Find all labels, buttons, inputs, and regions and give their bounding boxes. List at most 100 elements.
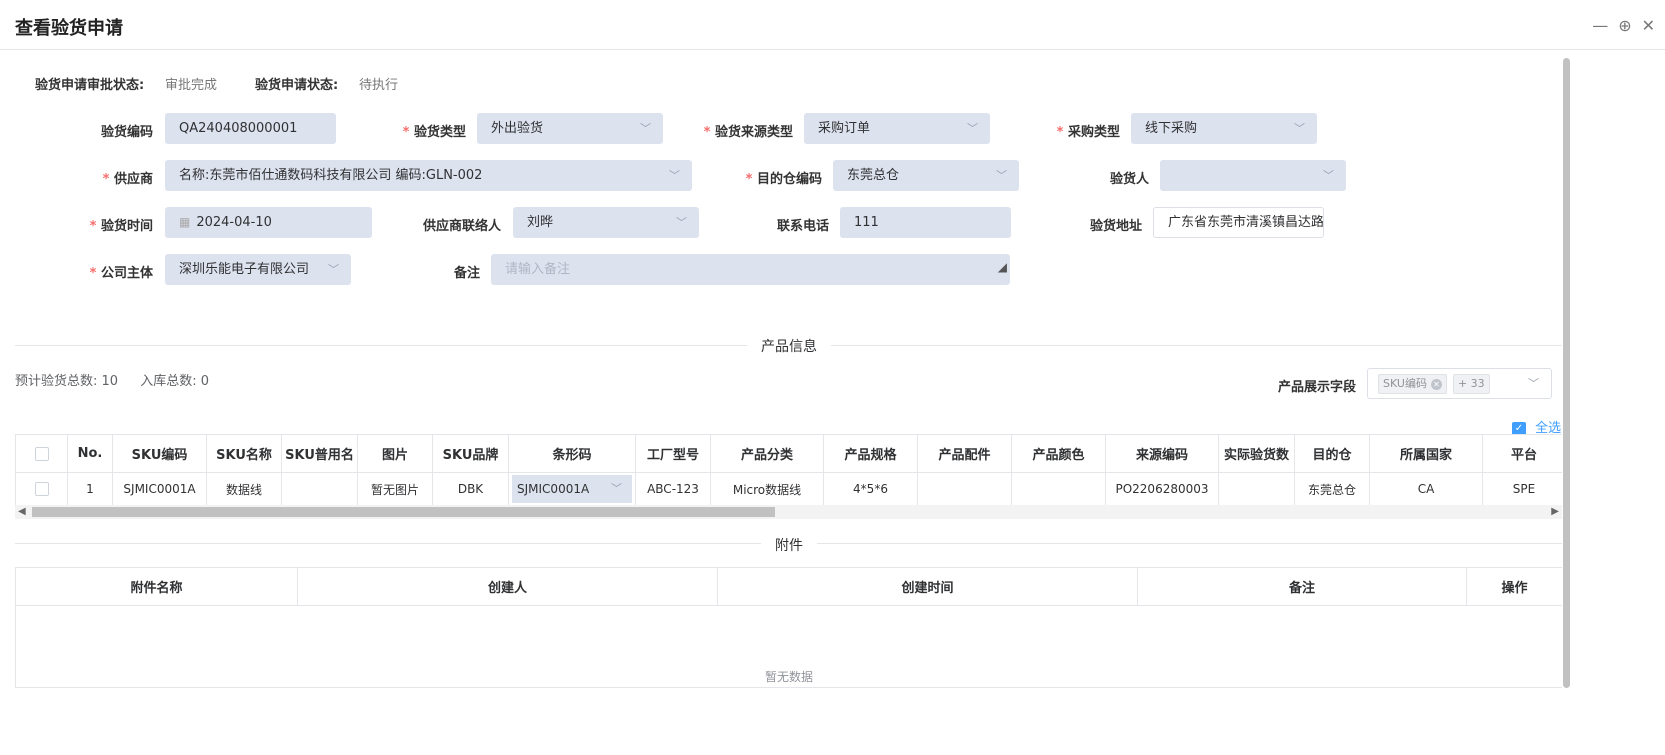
table-cell: 暂无图片 (357, 472, 433, 505)
table-cell: DBK (432, 472, 509, 505)
column-header: 附件名称 (15, 567, 298, 606)
remark-placeholder: 请输入备注 (505, 262, 571, 277)
attachment-table-wrapper: 附件名称 创建人 创建时间 备注 操作 暂无数据 (15, 567, 1562, 688)
table-cell: 1 (67, 472, 113, 505)
chevron-down-icon: ﹀ (1323, 169, 1334, 182)
column-header: SKU品牌 (432, 434, 509, 473)
page-title: 查看验货申请 (15, 18, 123, 39)
zoom-in-icon[interactable]: ⊕ (1618, 16, 1631, 35)
window-controls: — ⊕ ✕ (1592, 16, 1665, 35)
expected-total-label: 预计验货总数: (15, 374, 98, 389)
display-fields-label: 产品展示字段 (1277, 380, 1356, 395)
stored-total-value: 0 (200, 374, 210, 389)
inspection-type-select[interactable]: 外出验货 ﹀ (477, 113, 663, 144)
dest-warehouse-label: 目的仓编码 (746, 168, 822, 187)
table-cell: Micro数据线 (710, 472, 824, 505)
row-checkbox-cell[interactable] (15, 472, 68, 505)
approval-status-value: 审批完成 (165, 78, 218, 93)
inspection-time-picker[interactable]: ▦ 2024-04-10 (165, 207, 372, 238)
supplier-contact-value: 刘晔 (527, 215, 554, 230)
chevron-down-icon: ﹀ (669, 169, 680, 182)
product-section-title: 产品信息 (747, 336, 831, 356)
column-header: SKU名称 (206, 434, 282, 473)
supplier-label: 供应商 (103, 168, 153, 187)
dest-warehouse-select[interactable]: 东莞总仓 ﹀ (833, 160, 1019, 191)
attachment-section-title: 附件 (761, 535, 817, 555)
product-table: No. SKU编码 SKU名称 SKU普用名 图片 SKU品牌 条形码 工厂型号… (15, 434, 1562, 505)
source-type-value: 采购订单 (818, 121, 871, 136)
header-checkbox-cell[interactable] (15, 434, 68, 473)
table-cell: ABC-123 (635, 472, 711, 505)
company-select[interactable]: 深圳乐能电子有限公司 ﹀ (165, 254, 351, 285)
empty-state-text: 暂无数据 (15, 605, 1562, 688)
phone-value: 111 (854, 215, 879, 230)
approval-status-label: 验货申请审批状态: (35, 78, 145, 93)
barcode-value: SJMIC0001A (517, 482, 590, 496)
column-header: SKU编码 (112, 434, 207, 473)
tag-close-icon[interactable]: ✕ (1430, 379, 1442, 390)
header-divider (0, 49, 1665, 50)
empty-row: 暂无数据 (15, 605, 1562, 688)
purchase-type-label: 采购类型 (1057, 121, 1120, 140)
inspection-summary: 预计验货总数: 10 入库总数: 0 (15, 370, 209, 389)
column-header: SKU普用名 (281, 434, 358, 473)
attachment-table: 附件名称 创建人 创建时间 备注 操作 暂无数据 (15, 567, 1562, 688)
scrollbar-thumb[interactable] (32, 507, 775, 517)
company-value: 深圳乐能电子有限公司 (179, 262, 310, 277)
company-label: 公司主体 (90, 262, 153, 281)
scroll-right-icon[interactable]: ▶ (1551, 505, 1559, 519)
checkbox-icon[interactable] (34, 446, 49, 461)
stored-total-label: 入库总数: (140, 374, 197, 389)
chevron-down-icon: ﹀ (611, 482, 622, 495)
resize-handle-icon[interactable]: ◢ (998, 254, 1007, 283)
table-cell: SJMIC0001A (112, 472, 207, 505)
display-fields-select[interactable]: SKU编码 ✕ + 33 ﹀ (1367, 368, 1552, 399)
table-cell: SPE (1482, 472, 1562, 505)
phone-field[interactable]: 111 (840, 207, 1011, 238)
address-field[interactable]: 广东省东莞市清溪镇昌达路 (1153, 207, 1324, 238)
column-header: 条形码 (508, 434, 636, 473)
source-type-select[interactable]: 采购订单 ﹀ (804, 113, 990, 144)
supplier-contact-label: 供应商联络人 (422, 219, 501, 234)
column-header: 所属国家 (1369, 434, 1483, 473)
display-field-tag-label: SKU编码 (1383, 377, 1427, 390)
inspection-code-label: 验货编码 (100, 125, 153, 140)
minimize-icon[interactable]: — (1592, 16, 1608, 35)
remark-label: 备注 (453, 266, 480, 281)
column-header: 备注 (1137, 567, 1467, 606)
column-header: 创建人 (297, 567, 718, 606)
dest-warehouse-value: 东莞总仓 (847, 168, 900, 183)
table-row[interactable]: 1 SJMIC0001A 数据线 暂无图片 DBK SJMIC0001A ﹀ AB… (15, 472, 1562, 505)
table-cell: 4*5*6 (823, 472, 918, 505)
column-header: 图片 (357, 434, 433, 473)
scroll-left-icon[interactable]: ◀ (18, 505, 26, 519)
table-cell (281, 472, 358, 505)
purchase-type-select[interactable]: 线下采购 ﹀ (1131, 113, 1317, 144)
column-header: 产品规格 (823, 434, 918, 473)
close-icon[interactable]: ✕ (1642, 16, 1655, 35)
column-header: 平台 (1482, 434, 1562, 473)
vertical-scrollbar[interactable] (1563, 58, 1570, 688)
table-cell: CA (1369, 472, 1483, 505)
column-header: 目的仓 (1294, 434, 1370, 473)
chevron-down-icon: ﹀ (328, 263, 339, 276)
inspection-time-value: 2024-04-10 (196, 215, 272, 230)
column-header: 产品颜色 (1011, 434, 1106, 473)
supplier-contact-select[interactable]: 刘晔 ﹀ (513, 207, 699, 238)
barcode-cell[interactable]: SJMIC0001A ﹀ (508, 472, 636, 505)
supplier-select[interactable]: 名称:东莞市佰仕通数码科技有限公司 编码:GLN-002 ﹀ (165, 160, 692, 191)
checkbox-icon[interactable] (34, 482, 49, 497)
remark-textarea[interactable]: 请输入备注 ◢ (491, 254, 1010, 285)
column-header: 产品分类 (710, 434, 824, 473)
inspection-time-label: 验货时间 (90, 215, 153, 234)
inspection-type-value: 外出验货 (491, 121, 544, 136)
barcode-select[interactable]: SJMIC0001A ﹀ (512, 475, 632, 503)
inspection-code-field[interactable]: QA240408000001 (165, 113, 336, 144)
address-label: 验货地址 (1089, 219, 1142, 234)
inspector-label: 验货人 (1109, 172, 1149, 187)
column-header: 操作 (1466, 567, 1562, 606)
horizontal-scrollbar[interactable]: ◀ ▶ (15, 505, 1562, 519)
expected-total-value: 10 (101, 374, 119, 389)
chevron-down-icon: ﹀ (640, 122, 651, 135)
inspector-select[interactable]: ﹀ (1160, 160, 1346, 191)
